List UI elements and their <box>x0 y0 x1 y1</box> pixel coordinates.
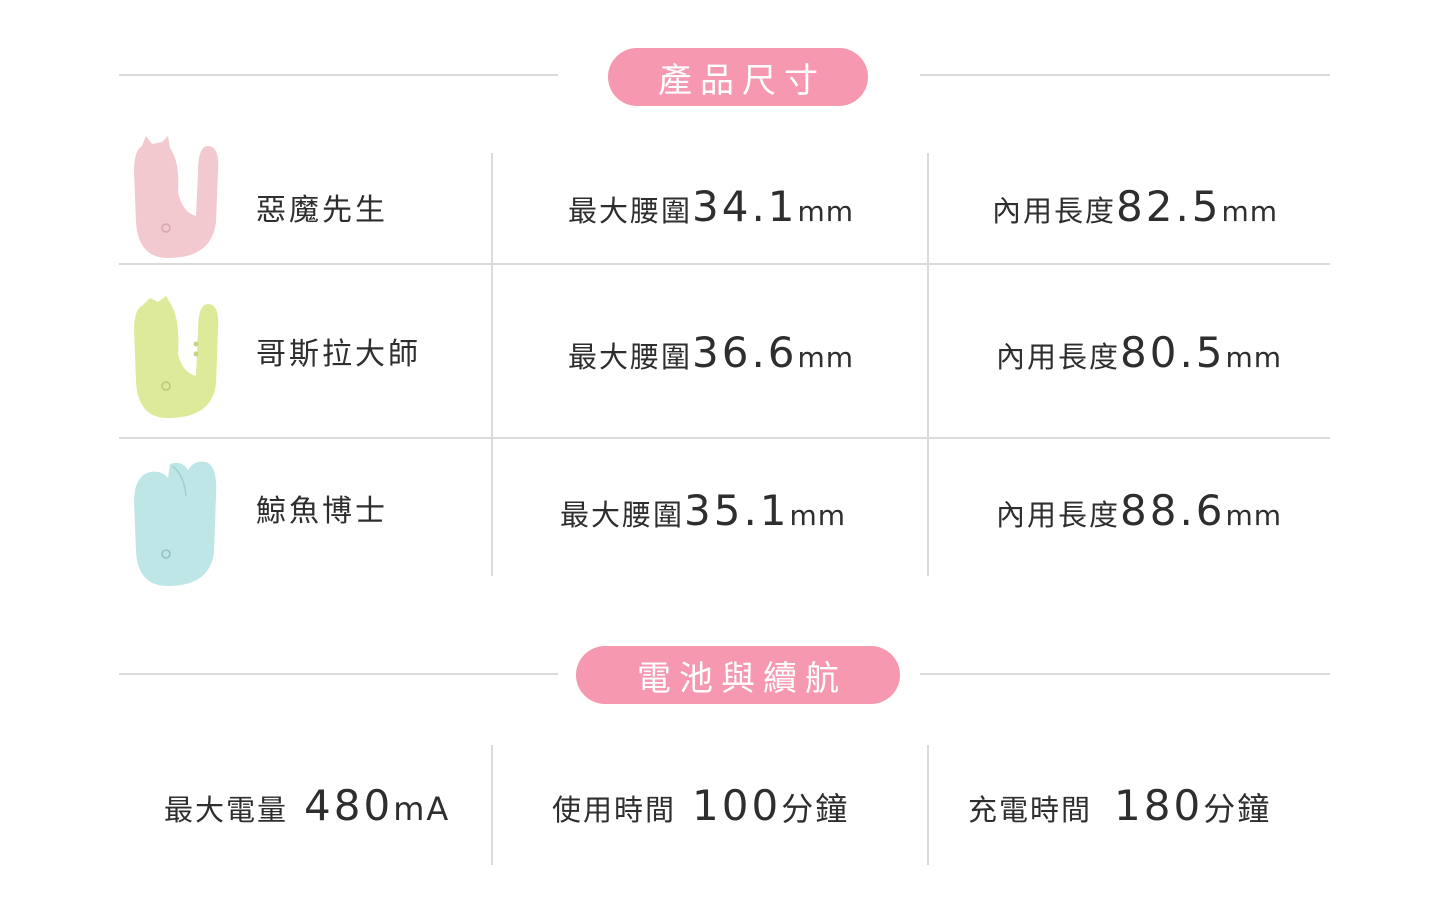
usage-label: 使用時間 <box>552 793 677 827</box>
capacity-value: 480 <box>304 781 394 830</box>
usage-value: 100 <box>692 781 782 830</box>
waist-spec: 最大腰圍 36.6 mm <box>568 332 854 374</box>
waist-unit: mm <box>789 499 847 532</box>
waist-unit: mm <box>797 341 855 374</box>
divider-left-battery <box>119 673 558 675</box>
row-divider-1 <box>119 263 1330 265</box>
charge-value: 180 <box>1114 781 1204 830</box>
product-name: 鯨魚博士 <box>256 494 388 529</box>
capacity-label: 最大電量 <box>164 793 289 827</box>
waist-value: 34.1 <box>692 182 798 231</box>
column-divider-1 <box>491 153 493 576</box>
waist-label: 最大腰圍 <box>560 498 685 532</box>
waist-unit: mm <box>797 195 855 228</box>
length-label: 內用長度 <box>996 498 1121 532</box>
capacity-unit: mA <box>393 790 451 828</box>
charge-time: 充電時間 180 分鐘 <box>968 785 1271 827</box>
length-unit: mm <box>1225 499 1283 532</box>
usage-unit: 分鐘 <box>781 790 850 828</box>
product-name: 哥斯拉大師 <box>256 337 421 372</box>
column-divider-2 <box>927 153 929 576</box>
waist-spec: 最大腰圍 35.1 mm <box>560 490 846 532</box>
section-title-size: 產品尺寸 <box>608 48 868 106</box>
length-spec: 內用長度 80.5 mm <box>996 332 1282 374</box>
green-device-image <box>134 296 219 418</box>
length-spec: 內用長度 82.5 mm <box>992 186 1278 228</box>
length-value: 82.5 <box>1116 182 1222 231</box>
charge-label: 充電時間 <box>968 793 1093 827</box>
length-label: 內用長度 <box>996 340 1121 374</box>
charge-unit: 分鐘 <box>1203 790 1272 828</box>
product-name: 惡魔先生 <box>256 193 388 228</box>
length-value: 88.6 <box>1120 486 1226 535</box>
divider-right-battery <box>920 673 1330 675</box>
battery-column-divider-2 <box>927 745 929 865</box>
pink-device-image <box>134 136 219 258</box>
divider-left-size <box>119 74 558 76</box>
waist-value: 36.6 <box>692 328 798 377</box>
length-unit: mm <box>1225 341 1283 374</box>
length-spec: 內用長度 88.6 mm <box>996 490 1282 532</box>
waist-spec: 最大腰圍 34.1 mm <box>568 186 854 228</box>
waist-label: 最大腰圍 <box>568 194 693 228</box>
usage-time: 使用時間 100 分鐘 <box>552 785 849 827</box>
length-value: 80.5 <box>1120 328 1226 377</box>
length-unit: mm <box>1221 195 1279 228</box>
row-divider-2 <box>119 437 1330 439</box>
waist-value: 35.1 <box>684 486 790 535</box>
divider-right-size <box>920 74 1330 76</box>
length-label: 內用長度 <box>992 194 1117 228</box>
waist-label: 最大腰圍 <box>568 340 693 374</box>
battery-column-divider-1 <box>491 745 493 865</box>
section-title-battery: 電池與續航 <box>576 646 900 704</box>
blue-device-image <box>134 461 217 586</box>
battery-capacity: 最大電量 480 mA <box>164 785 450 827</box>
